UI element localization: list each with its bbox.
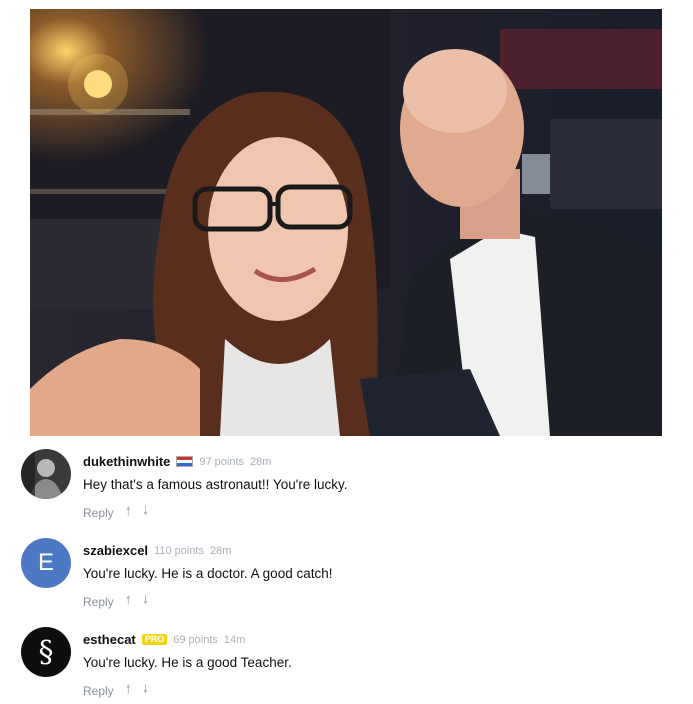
upvote-icon[interactable]: 🠕 xyxy=(126,680,131,701)
pro-badge: PRO xyxy=(141,634,168,645)
avatar-letter: E xyxy=(37,549,54,576)
comment: dukethinwhite 97 points 28m Hey that's a… xyxy=(0,436,693,526)
username[interactable]: esthecat xyxy=(83,632,136,647)
comment: E szabiexcel 110 points 28m You're lucky… xyxy=(0,525,693,615)
comment-meta: dukethinwhite 97 points 28m xyxy=(83,454,271,469)
downvote-icon[interactable]: 🠗 xyxy=(143,680,148,701)
timestamp: 28m xyxy=(250,455,272,468)
avatar[interactable] xyxy=(21,449,71,499)
timestamp: 14m xyxy=(223,633,246,646)
flag-icon xyxy=(176,456,194,467)
points-count: 69 points xyxy=(173,633,218,646)
points-count: 97 points xyxy=(199,455,245,468)
avatar-glyph: § xyxy=(38,634,54,670)
comment-actions: Reply 🠕 🠗 xyxy=(83,680,148,701)
downvote-icon[interactable]: 🠗 xyxy=(143,502,148,523)
selfie-photo xyxy=(30,9,662,436)
photo-image xyxy=(30,9,662,436)
upvote-icon[interactable]: 🠕 xyxy=(126,591,131,612)
reply-button[interactable]: Reply xyxy=(83,595,114,609)
timestamp: 28m xyxy=(210,544,232,557)
user-photo-icon xyxy=(21,449,71,499)
upvote-icon[interactable]: 🠕 xyxy=(126,502,131,523)
comment-text: Hey that's a famous astronaut!! You're l… xyxy=(83,477,348,492)
avatar[interactable]: E xyxy=(21,538,71,588)
avatar[interactable]: § xyxy=(21,627,71,677)
downvote-icon[interactable]: 🠗 xyxy=(143,591,148,612)
comment-actions: Reply 🠕 🠗 xyxy=(83,502,148,523)
points-count: 110 points xyxy=(154,544,204,557)
username[interactable]: szabiexcel xyxy=(83,543,148,558)
reply-button[interactable]: Reply xyxy=(83,684,114,698)
username[interactable]: dukethinwhite xyxy=(83,454,170,469)
comment-meta: esthecat PRO 69 points 14m xyxy=(83,632,245,647)
comment-meta: szabiexcel 110 points 28m xyxy=(83,543,231,558)
comment-text: You're lucky. He is a doctor. A good cat… xyxy=(83,566,333,581)
comment-actions: Reply 🠕 🠗 xyxy=(83,591,148,612)
comment: § esthecat PRO 69 points 14m You're luck… xyxy=(0,614,693,704)
comment-text: You're lucky. He is a good Teacher. xyxy=(83,655,292,670)
reply-button[interactable]: Reply xyxy=(83,506,114,520)
